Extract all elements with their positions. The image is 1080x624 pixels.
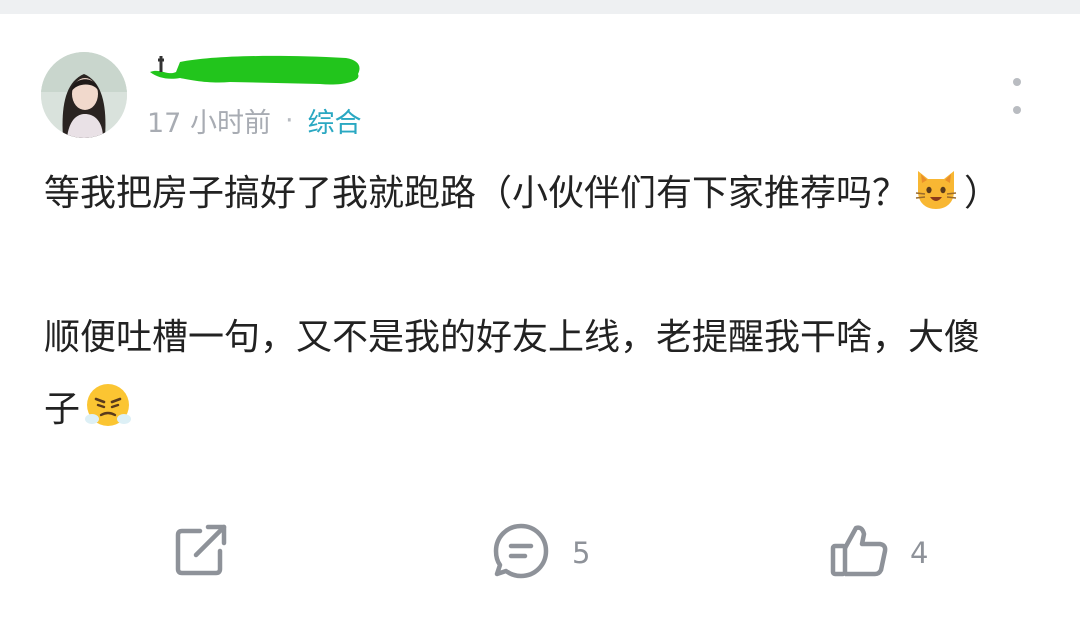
time-ago: 17 小时前 (147, 107, 271, 139)
steam-face-emoji (84, 381, 132, 429)
post-paragraph-2: 顺便吐槽一句，又不是我的好友上线，老提醒我干啥，大傻子 (44, 317, 981, 430)
username-redaction (150, 52, 362, 88)
meta-separator: · (284, 104, 294, 136)
post-card: 17 小时前 · 综合 等我把房子搞好了我就跑路（小伙伴们有下家推荐吗？ ） 顺… (0, 0, 1080, 624)
share-icon (170, 521, 230, 585)
avatar[interactable] (41, 52, 127, 138)
comment-count: 5 (572, 536, 591, 570)
like-count: 4 (910, 536, 929, 570)
post-paragraph-1: 等我把房子搞好了我就跑路（小伙伴们有下家推荐吗？ ） (44, 158, 1004, 230)
share-button[interactable] (170, 522, 230, 584)
like-button[interactable]: 4 (828, 522, 928, 584)
post-content: 等我把房子搞好了我就跑路（小伙伴们有下家推荐吗？ ） 顺便吐槽一句，又不是我的好… (44, 158, 1004, 446)
thumbs-up-icon (828, 520, 890, 586)
cat-face-emoji (912, 165, 960, 213)
category-tag[interactable]: 综合 (308, 101, 362, 140)
top-divider (0, 0, 1080, 14)
comment-button[interactable]: 5 (490, 522, 590, 584)
post-meta: 17 小时前 · 综合 (147, 100, 362, 140)
more-options-icon[interactable] (1004, 78, 1030, 114)
comment-icon (490, 520, 552, 586)
